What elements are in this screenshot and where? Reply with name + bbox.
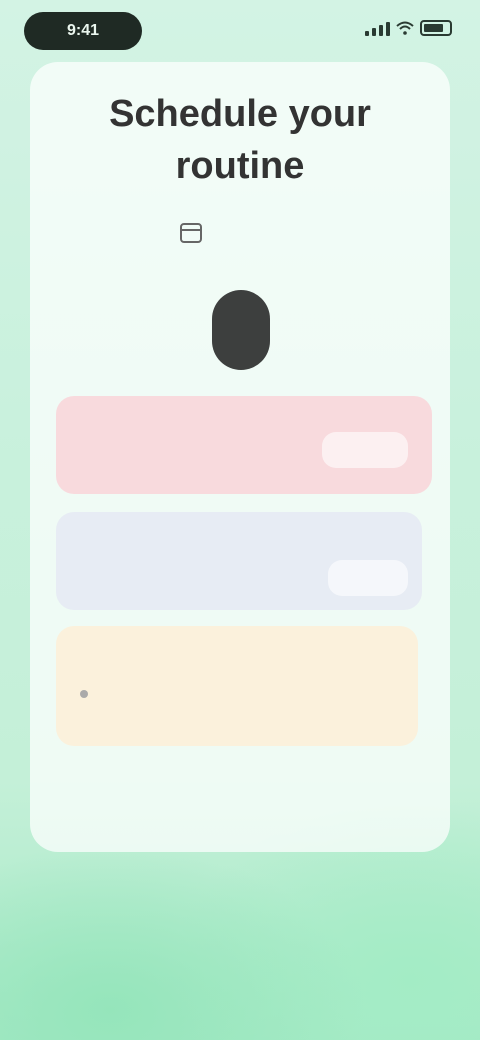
signal-icon [365, 20, 390, 36]
date-row [54, 220, 426, 246]
day-item[interactable] [104, 262, 154, 372]
selected-day-pill [212, 290, 270, 370]
day-item[interactable] [160, 262, 210, 372]
calendar-button[interactable] [180, 223, 210, 243]
task-card[interactable] [56, 512, 422, 610]
day-item[interactable] [338, 262, 388, 372]
task-action-button[interactable] [322, 432, 408, 468]
task-card[interactable] [56, 396, 432, 494]
day-item-selected[interactable] [212, 262, 270, 372]
battery-icon [420, 20, 452, 36]
task-action-button[interactable] [328, 560, 408, 596]
day-item[interactable] [48, 262, 98, 372]
day-item[interactable] [390, 262, 440, 372]
status-bar: 9:41 [0, 0, 480, 64]
status-time: 9:41 [24, 12, 142, 50]
page-title: Schedule your routine [109, 93, 371, 187]
dot-icon [80, 690, 88, 698]
wifi-icon [396, 21, 414, 35]
day-item[interactable] [282, 262, 332, 372]
task-card[interactable] [56, 626, 418, 746]
task-meta [80, 690, 96, 698]
calendar-icon [180, 223, 202, 243]
week-strip [48, 262, 438, 372]
status-icons [365, 20, 452, 36]
